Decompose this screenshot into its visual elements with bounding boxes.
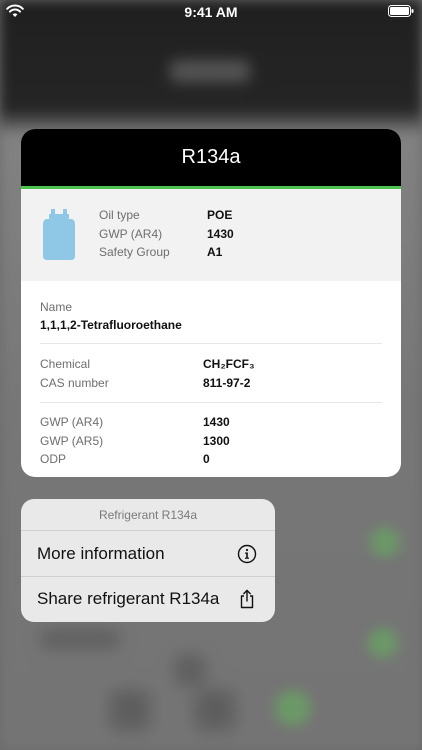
gwp-ar4-label: GWP (AR4): [99, 226, 163, 241]
summary-panel: Oil type GWP (AR4) Safety Group POE 1430…: [21, 189, 401, 281]
battery-icon: [388, 5, 414, 17]
cas-label: CAS number: [40, 375, 109, 390]
environment-section: GWP (AR4) 1430 GWP (AR5) 1300 ODP 0: [40, 403, 382, 477]
gwp-ar4-value: 1430: [203, 415, 230, 429]
share-icon: [240, 589, 254, 609]
share-refrigerant-label: Share refrigerant R134a: [37, 589, 220, 608]
chemical-row: Chemical CH₂FCF₃: [40, 355, 382, 374]
context-menu-title: Refrigerant R134a: [21, 499, 275, 531]
card-title: R134a: [21, 129, 401, 189]
status-bar: 9:41 AM: [0, 0, 422, 22]
cas-value: 811-97-2: [203, 375, 251, 390]
context-menu: Refrigerant R134a More information Share…: [21, 499, 275, 622]
more-information-label: More information: [37, 543, 165, 563]
gas-cylinder-icon: [43, 209, 75, 260]
share-refrigerant-menu-item[interactable]: Share refrigerant R134a: [21, 576, 275, 621]
gwp-ar4-value: 1430: [207, 226, 234, 241]
chemical-label: Chemical: [40, 357, 91, 371]
name-value: 1,1,1,2-Tetrafluoroethane: [40, 318, 182, 332]
gwp-ar4-label: GWP (AR4): [40, 415, 104, 429]
summary-labels: Oil type GWP (AR4) Safety Group: [99, 206, 170, 262]
name-section: Name 1,1,1,2-Tetrafluoroethane: [40, 281, 382, 344]
name-label: Name: [40, 300, 73, 314]
safety-group-value: A1: [207, 245, 223, 259]
chemical-value: CH₂FCF₃: [203, 357, 255, 371]
gwp-ar5-value: 1300: [203, 433, 230, 448]
gwp-ar5-row: GWP (AR5) 1300: [40, 432, 382, 451]
odp-value: 0: [203, 452, 210, 466]
more-information-menu-item[interactable]: More information: [21, 531, 275, 576]
gwp-ar5-label: GWP (AR5): [40, 433, 104, 448]
chemical-section: Chemical CH₂FCF₃ CAS number 811-97-2: [40, 344, 382, 403]
info-circle-icon: [237, 544, 257, 563]
cas-row: CAS number 811-97-2: [40, 374, 382, 393]
gwp-ar4-row: GWP (AR4) 1430: [40, 413, 382, 432]
safety-group-label: Safety Group: [99, 245, 170, 259]
oil-type-value: POE: [207, 208, 233, 222]
odp-row: ODP 0: [40, 450, 382, 469]
status-time: 9:41 AM: [184, 4, 238, 20]
oil-type-label: Oil type: [99, 208, 140, 222]
odp-label: ODP: [40, 452, 67, 466]
summary-values: POE 1430 A1: [207, 206, 234, 262]
refrigerant-preview-card: R134a Oil type GWP (AR4) Safety Group PO…: [21, 129, 401, 477]
